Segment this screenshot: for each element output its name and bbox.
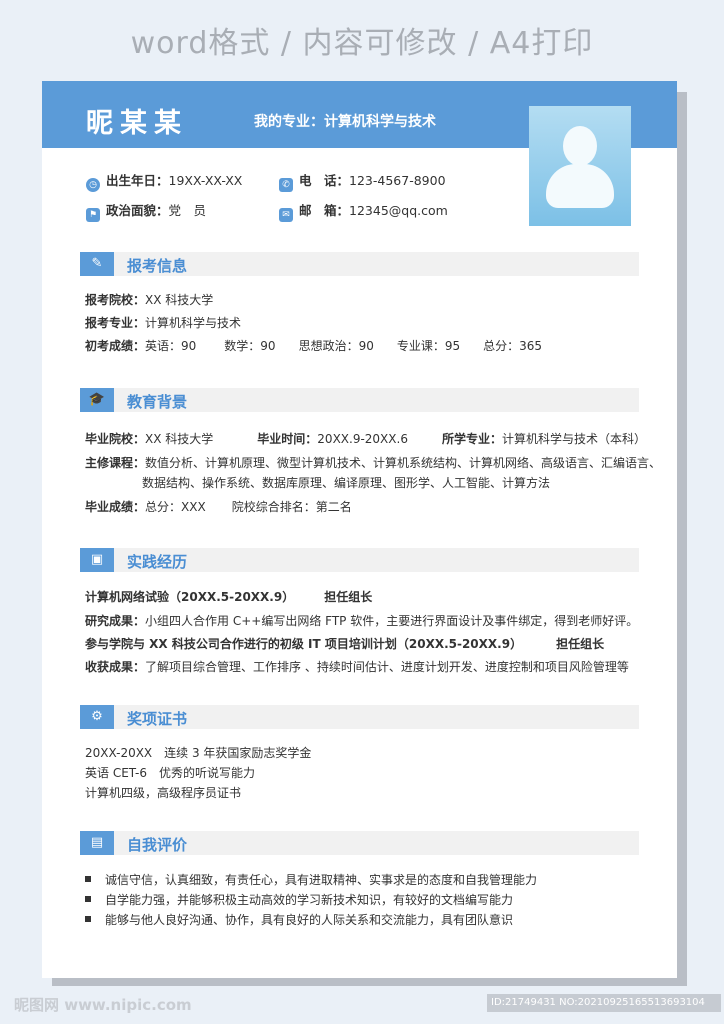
apply-major-label: 报考专业：	[85, 316, 146, 330]
practice-exp1-result: 研究成果：小组四人合作用 C++编写出网络 FTP 软件，主要进行界面设计及事件…	[85, 612, 638, 629]
exp2-result-label: 收获成果：	[85, 660, 146, 674]
apply-school: 报考院校：XX 科技大学	[85, 291, 213, 308]
self-item-text: 诚信守信，认真细致，有责任心，具有进取精神、实事求是的态度和自我管理能力	[105, 873, 538, 887]
resume-name: 昵某某	[86, 108, 188, 139]
briefcase-icon: ▣	[80, 548, 114, 572]
birth-value: 19XX-XX-XX	[168, 173, 243, 188]
phone-label: 电 话：	[299, 173, 350, 188]
info-birth: ◷ 出生年日：19XX-XX-XX	[86, 170, 242, 192]
edu-courses-line2: 数据结构、操作系统、数据库原理、编译原理、图形学、人工智能、计算方法	[142, 476, 551, 490]
email-value: 12345@qq.com	[349, 203, 448, 218]
graduation-cap-icon: 🎓	[80, 388, 114, 412]
self-item: 诚信守信，认真细致，有责任心，具有进取精神、实事求是的态度和自我管理能力	[85, 871, 537, 888]
mail-icon: ✉	[279, 208, 293, 222]
edu-grade: 毕业成绩：总分：XXX 院校综合排名：第二名	[85, 498, 352, 515]
flag-icon: ⚑	[86, 208, 100, 222]
edu-courses-line1: 数值分析、计算机原理、微型计算机技术、计算机系统结构、计算机网络、高级语言、汇编…	[145, 456, 662, 470]
info-phone: ✆ 电 话：123-4567-8900	[279, 170, 446, 192]
self-item: 能够与他人良好沟通、协作，具有良好的人际关系和交流能力，具有团队意识	[85, 911, 513, 928]
self-item-text: 自学能力强，并能够积极主动高效的学习新技术知识，有较好的文档编写能力	[105, 893, 514, 907]
edu-time-label: 毕业时间：	[257, 432, 318, 446]
self-item: 自学能力强，并能够积极主动高效的学习新技术知识，有较好的文档编写能力	[85, 891, 513, 908]
section-apply-title: 报考信息	[127, 257, 188, 275]
apply-scores: 初考成绩：英语：90 数学：90 思想政治：90 专业课：95 总分：365	[85, 337, 542, 354]
award-item: 计算机四级，高级程序员证书	[85, 786, 242, 800]
phone-icon: ✆	[279, 178, 293, 192]
major-line: 我的专业：计算机科学与技术	[254, 111, 436, 131]
avatar-photo	[529, 106, 631, 226]
resume-page: 昵某某 我的专业：计算机科学与技术 ◷ 出生年日：19XX-XX-XX ✆ 电 话：…	[42, 81, 677, 978]
edit-icon: ✎	[80, 252, 114, 276]
apply-score-label: 初考成绩：	[85, 339, 146, 353]
score-politics: 思想政治：90	[298, 339, 374, 353]
edu-major-value: 计算机科学与技术（本科）	[501, 432, 646, 446]
major-value: 计算机科学与技术	[324, 114, 436, 130]
bullet-icon	[85, 916, 91, 922]
exp1-role: 担任组长	[324, 590, 373, 604]
bullet-icon	[85, 896, 91, 902]
email-label: 邮 箱：	[299, 203, 350, 218]
info-politics: ⚑ 政治面貌：党 员	[86, 200, 206, 222]
exp1-title: 计算机网络试验（20XX.5-20XX.9）	[85, 590, 295, 604]
edu-courses: 主修课程：数值分析、计算机原理、微型计算机技术、计算机系统结构、计算机网络、高级…	[85, 454, 661, 471]
practice-exp2-title: 参与学院与 XX 科技公司合作进行的初级 IT 项目培训计划（20XX.5-20…	[85, 635, 604, 652]
score-english: 英语：90	[145, 339, 197, 353]
exp2-result-value: 了解项目综合管理、工作排序 、持续时间估计、进度计划开发、进度控制和项目风险管理…	[145, 660, 629, 674]
self-item-text: 能够与他人良好沟通、协作，具有良好的人际关系和交流能力，具有团队意识	[105, 913, 514, 927]
politics-label: 政治面貌：	[106, 203, 169, 218]
edu-summary: 毕业院校：XX 科技大学 毕业时间：20XX.9-20XX.6 所学专业：计算机科学…	[85, 430, 646, 447]
document-icon: ▤	[80, 831, 114, 855]
phone-value: 123-4567-8900	[349, 173, 446, 188]
bullet-icon	[85, 876, 91, 882]
edu-time-value: 20XX.9-20XX.6	[317, 432, 408, 446]
footer: 昵图网 www.nipic.com ID:21749431 NO:2021092…	[0, 988, 724, 1024]
score-total: 总分：365	[483, 339, 543, 353]
section-edu-title: 教育背景	[127, 393, 188, 411]
exp2-title: 参与学院与 XX 科技公司合作进行的初级 IT 项目培训计划（20XX.5-20…	[85, 637, 523, 651]
award-item: 英语 CET-6 优秀的听说写能力	[85, 766, 255, 780]
apply-school-value: XX 科技大学	[145, 293, 214, 307]
practice-exp1-title: 计算机网络试验（20XX.5-20XX.9） 担任组长	[85, 588, 372, 605]
award-item: 20XX-20XX 连续 3 年获国家励志奖学金	[85, 746, 312, 760]
edu-school-label: 毕业院校：	[85, 432, 146, 446]
exp1-result-label: 研究成果：	[85, 614, 146, 628]
major-label: 我的专业：	[254, 114, 324, 130]
section-self-header: ▤ 自我评价	[80, 831, 639, 855]
politics-value: 党 员	[168, 203, 207, 218]
edu-rank-value: 院校综合排名：第二名	[231, 500, 352, 514]
edu-grade-value: 总分：XXX	[145, 500, 206, 514]
clock-icon: ◷	[86, 178, 100, 192]
avatar-head-icon	[563, 126, 597, 166]
section-self-title: 自我评价	[127, 836, 188, 854]
apply-major: 报考专业：计算机科学与技术	[85, 314, 241, 331]
score-math: 数学：90	[224, 339, 276, 353]
edu-courses-label: 主修课程：	[85, 456, 146, 470]
image-id-text: ID:21749431 NO:20210925165513693104	[487, 994, 721, 1012]
apply-major-value: 计算机科学与技术	[145, 316, 242, 330]
section-awards-title: 奖项证书	[127, 710, 188, 728]
edu-grade-label: 毕业成绩：	[85, 500, 146, 514]
avatar-body-icon	[546, 164, 614, 208]
score-major: 专业课：95	[396, 339, 461, 353]
edu-major-label: 所学专业：	[441, 432, 502, 446]
section-awards-header: ⚙ 奖项证书	[80, 705, 639, 729]
watermark-text: 昵图网 www.nipic.com	[14, 996, 192, 1014]
gear-icon: ⚙	[80, 705, 114, 729]
birth-label: 出生年日：	[106, 173, 169, 188]
section-practice-title: 实践经历	[127, 553, 188, 571]
edu-school-value: XX 科技大学	[145, 432, 214, 446]
practice-exp2-result: 收获成果：了解项目综合管理、工作排序 、持续时间估计、进度计划开发、进度控制和项…	[85, 658, 629, 675]
exp1-result-value: 小组四人合作用 C++编写出网络 FTP 软件，主要进行界面设计及事件绑定，得到…	[145, 614, 639, 628]
exp2-role: 担任组长	[556, 637, 605, 651]
section-practice-header: ▣ 实践经历	[80, 548, 639, 572]
section-edu-header: 🎓 教育背景	[80, 388, 639, 412]
top-caption: word格式 / 内容可修改 / A4打印	[130, 26, 594, 61]
edu-courses-cont: 数据结构、操作系统、数据库原理、编译原理、图形学、人工智能、计算方法	[142, 474, 550, 491]
apply-school-label: 报考院校：	[85, 293, 146, 307]
info-email: ✉ 邮 箱：12345@qq.com	[279, 200, 448, 222]
section-apply-header: ✎ 报考信息	[80, 252, 639, 276]
